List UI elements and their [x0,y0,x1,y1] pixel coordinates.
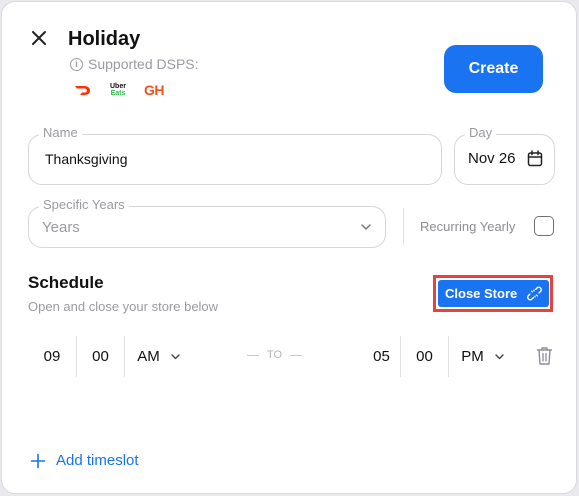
chevron-down-icon [171,354,180,360]
supported-dsps: i Supported DSPS: [70,56,199,72]
start-time: 09 00 AM [28,336,193,377]
close-icon[interactable] [28,27,50,49]
end-minute[interactable]: 00 [401,336,448,377]
dsp-logos: Uber Eats GH [74,82,164,98]
end-ampm-select[interactable]: PM [449,336,517,377]
to-separator: TO [247,349,303,361]
to-label: TO [267,349,283,361]
dialog-title: Holiday [68,28,141,50]
grubhub-logo-icon: GH [143,82,165,98]
calendar-icon[interactable] [527,150,543,167]
name-value: Thanksgiving [45,151,128,167]
name-field[interactable]: Name Thanksgiving [28,125,442,185]
end-hour[interactable]: 05 [363,336,400,377]
create-button[interactable]: Create [444,45,543,93]
plus-icon [30,453,46,468]
trash-icon[interactable] [536,346,553,366]
end-time: 05 00 PM [363,336,517,377]
close-store-label: Close Store [445,286,518,301]
start-ampm: AM [137,348,160,365]
supported-dsps-label: Supported DSPS: [88,56,199,72]
chevron-down-icon [361,224,371,230]
recurring-yearly-label: Recurring Yearly [420,219,516,234]
day-value: Nov 26 [468,150,516,167]
ubereats-logo-icon: Uber Eats [110,83,126,97]
schedule-title: Schedule [28,273,104,292]
start-minute[interactable]: 00 [77,336,124,377]
schedule-subtitle: Open and close your store below [28,299,219,314]
specific-years-select[interactable]: Specific Years Years [28,197,386,248]
recurring-yearly-checkbox[interactable] [534,216,554,236]
divider [403,208,404,245]
name-label: Name [39,125,82,140]
doordash-logo-icon [75,86,90,95]
chevron-down-icon [495,354,504,360]
end-ampm: PM [461,348,484,365]
start-hour[interactable]: 09 [28,336,76,377]
start-ampm-select[interactable]: AM [125,336,193,377]
specific-years-label: Specific Years [39,197,129,212]
close-store-button[interactable]: Close Store [438,280,549,307]
day-field[interactable]: Day Nov 26 [454,125,555,185]
day-label: Day [465,125,497,140]
years-placeholder: Years [42,219,80,236]
add-timeslot-button[interactable]: Add timeslot [30,452,139,469]
add-timeslot-label: Add timeslot [56,452,139,469]
info-icon: i [70,57,83,71]
holiday-dialog: Holiday i Supported DSPS: Uber Eats GH C… [1,1,577,494]
unlink-icon [527,286,543,301]
